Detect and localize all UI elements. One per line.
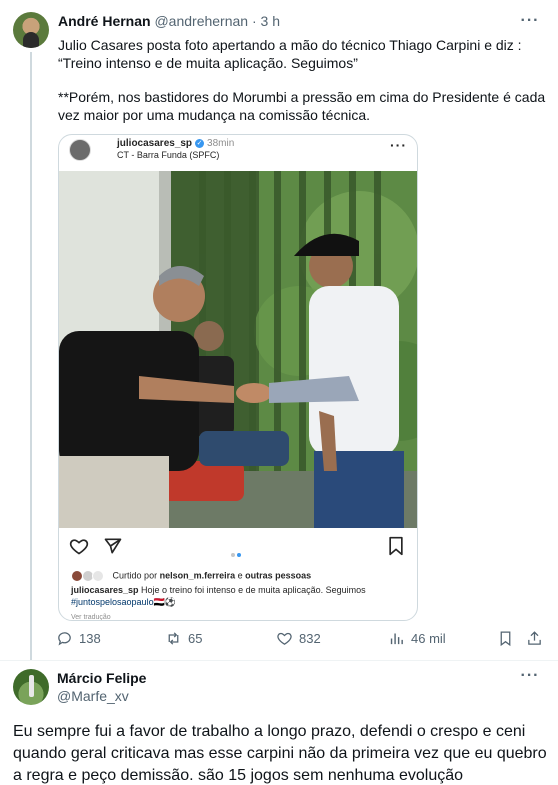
ig-action-bar (59, 528, 417, 564)
caption-emoji: 🇾🇪⚽ (153, 597, 176, 607)
tweet-action-bar: 138 65 832 46 mil (56, 628, 550, 648)
like-button[interactable]: 832 (276, 628, 321, 648)
more-options-button[interactable]: ··· (520, 668, 540, 689)
caption-username[interactable]: juliocasares_sp (71, 585, 139, 595)
post-photo[interactable] (59, 171, 417, 528)
author-avatar[interactable] (13, 12, 49, 48)
author-name[interactable]: Márcio Felipe (57, 670, 146, 686)
like-count: 832 (299, 630, 321, 646)
embedded-instagram-card[interactable]: juliocasares_sp ✓ 38min CT - Barra Funda (… (58, 134, 418, 621)
heart-icon (277, 632, 292, 645)
ig-heart-icon[interactable] (69, 536, 89, 556)
bookmark-button[interactable] (497, 628, 514, 648)
tweet-text-line: “Treino intenso e de muita aplicação. Se… (58, 55, 358, 71)
liked-by-others[interactable]: outras pessoas (245, 570, 311, 580)
tweet-header: André Hernan @andrehernan · 3 h (58, 12, 280, 30)
author-handle[interactable]: @Marfe_xv (57, 688, 129, 704)
carousel-dot-active (237, 553, 241, 557)
repost-button[interactable]: 65 (165, 628, 202, 648)
liked-by-user[interactable]: nelson_m.ferreira (160, 570, 236, 580)
tweet-text: Eu sempre fui a favor de trabalho a long… (13, 723, 547, 784)
tweet-text-line: Julio Casares posta foto apertando a mão… (58, 37, 522, 53)
carousel-dots (231, 544, 247, 557)
ig-header-user[interactable]: juliocasares_sp ✓ 38min (117, 138, 234, 149)
liked-by-prefix: Curtido por (112, 570, 160, 581)
ig-avatar[interactable] (69, 139, 91, 161)
reply-icon (58, 631, 71, 646)
ig-share-icon[interactable] (103, 536, 123, 556)
reply-button[interactable]: 138 (56, 628, 101, 648)
author-handle[interactable]: @andrehernan (154, 13, 248, 29)
carousel-dot (231, 553, 235, 557)
share-button[interactable] (526, 628, 543, 648)
ig-username[interactable]: juliocasares_sp (117, 138, 192, 149)
caption-text: Hoje o treino foi intenso e de muita apl… (138, 585, 366, 595)
repost-icon (168, 631, 179, 645)
tweet-text-line: **Porém, nos bastidores do Morumbi a pre… (58, 89, 546, 123)
views-button[interactable]: 46 mil (388, 628, 446, 648)
reply-count: 138 (79, 630, 101, 646)
caption-hashtag[interactable]: #juntospelosaopaulo (71, 597, 154, 607)
more-options-button[interactable]: ··· (520, 13, 540, 34)
ig-bookmark-icon[interactable] (387, 536, 405, 556)
tweet-main[interactable]: André Hernan @andrehernan · 3 h ··· Juli… (0, 0, 558, 660)
see-translation-link[interactable]: Ver tradução (71, 614, 111, 620)
bookmark-icon (500, 630, 511, 646)
author-name[interactable]: André Hernan (58, 13, 151, 29)
repost-count: 65 (188, 630, 203, 646)
tweet-text: Julio Casares posta foto apertando a mão… (58, 36, 548, 124)
ig-likes-line[interactable]: Curtido por nelson_m.ferreira e outras p… (71, 570, 311, 582)
ig-location[interactable]: CT - Barra Funda (SPFC) (117, 150, 219, 160)
verified-badge-icon: ✓ (195, 138, 205, 148)
ig-post-header: juliocasares_sp ✓ 38min CT - Barra Funda (… (59, 135, 417, 171)
tweet-time[interactable]: 3 h (261, 13, 280, 29)
liker-avatar (92, 570, 105, 582)
ig-more-icon[interactable]: ··· (390, 138, 407, 152)
share-icon (528, 630, 541, 645)
views-count: 46 mil (411, 630, 446, 646)
ig-post-time: 38min (207, 138, 235, 149)
tweet-reply[interactable]: Márcio Felipe @Marfe_xv ··· Eu sempre fu… (0, 661, 558, 785)
thread-connector-line (30, 52, 32, 660)
ig-caption: juliocasares_sp Hoje o treino foi intens… (71, 584, 411, 608)
views-icon (390, 633, 403, 644)
header-separator: · (251, 13, 257, 29)
photo-illustration (59, 171, 417, 528)
author-avatar[interactable] (13, 669, 49, 705)
liked-by-and: e (235, 570, 246, 581)
